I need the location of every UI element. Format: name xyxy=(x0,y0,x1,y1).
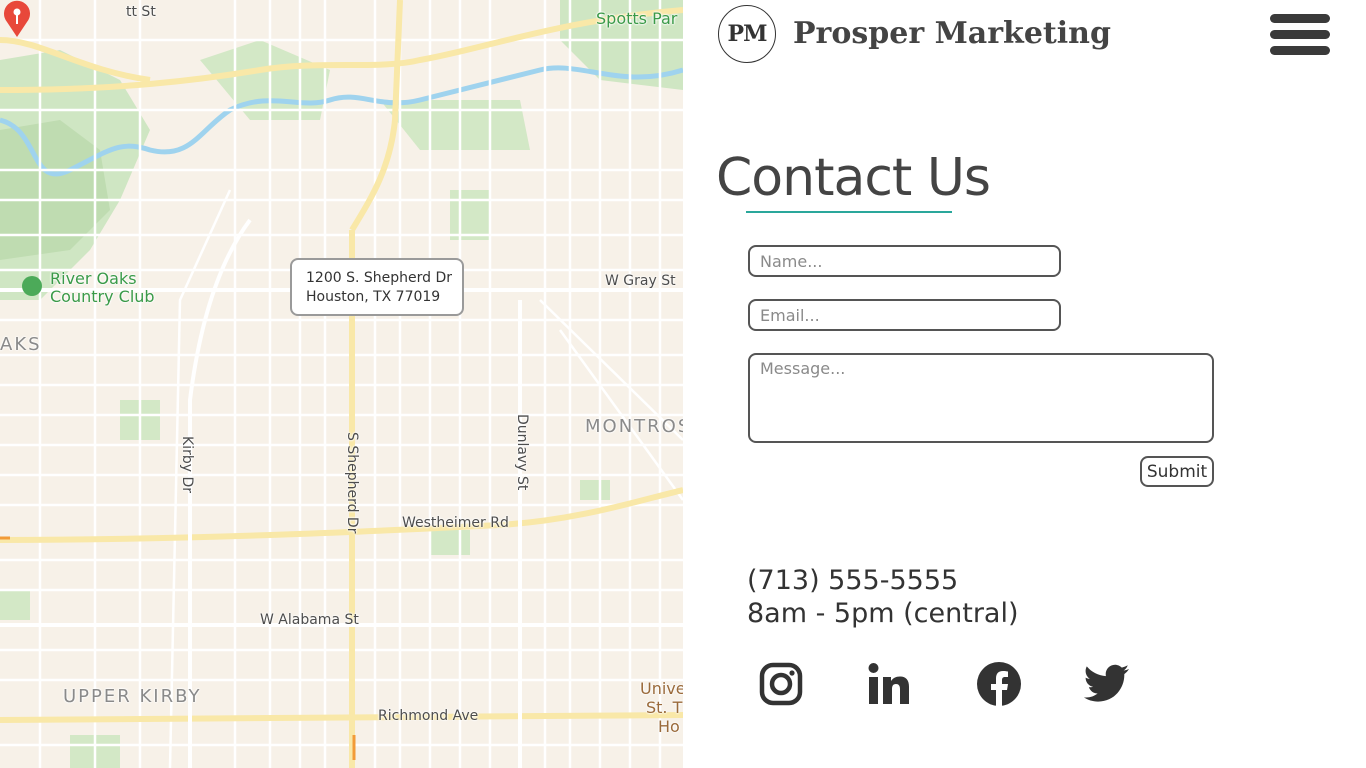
menu-icon-bar xyxy=(1270,46,1330,55)
page-title: Contact Us xyxy=(716,148,991,208)
submit-button[interactable]: Submit xyxy=(1140,456,1214,487)
map-panel[interactable]: tt St Spotts Par River Oaks Country Club… xyxy=(0,0,683,768)
map-pin-icon[interactable] xyxy=(0,0,34,38)
map-label-club-line1: River Oaks xyxy=(50,269,137,288)
address-line-2: Houston, TX 77019 xyxy=(306,289,441,305)
map-label-alabama: W Alabama St xyxy=(260,612,359,628)
address-line-1: 1200 S. Shepherd Dr xyxy=(306,270,452,286)
map-label-kirby: Kirby Dr xyxy=(179,436,195,493)
map-label-univ-line2: St. T xyxy=(646,698,683,717)
menu-icon-bar xyxy=(1270,14,1330,23)
map-canvas xyxy=(0,0,683,768)
menu-icon[interactable] xyxy=(1270,14,1330,56)
map-label-park: Spotts Par xyxy=(596,9,678,28)
map-label-shepherd: S Shepherd Dr xyxy=(344,432,360,534)
map-label-dunlavy: Dunlavy St xyxy=(514,414,530,491)
map-label-university: Unive St. T Ho xyxy=(640,679,683,736)
map-label-street: tt St xyxy=(126,4,156,20)
logo[interactable]: PM xyxy=(718,5,776,63)
map-label-westheimer: Westheimer Rd xyxy=(402,515,509,531)
map-label-montrose: MONTROS xyxy=(585,416,683,437)
golf-icon xyxy=(22,276,42,296)
map-label-w-gray: W Gray St xyxy=(605,273,676,289)
title-underline xyxy=(746,211,952,213)
map-label-upper-kirby: UPPER KIRBY xyxy=(63,686,202,707)
twitter-icon[interactable] xyxy=(1083,660,1131,708)
map-label-univ-line1: Unive xyxy=(640,679,683,698)
menu-icon-bar xyxy=(1270,30,1330,39)
business-hours: 8am - 5pm (central) xyxy=(747,598,1019,629)
email-input[interactable] xyxy=(748,299,1061,331)
linkedin-icon[interactable] xyxy=(865,660,913,708)
map-label-richmond: Richmond Ave xyxy=(378,708,479,724)
brand-name[interactable]: Prosper Marketing xyxy=(793,16,1111,51)
address-callout: 1200 S. Shepherd Dr Houston, TX 77019 xyxy=(290,258,464,316)
map-label-univ-line3: Ho xyxy=(658,717,680,736)
name-input[interactable] xyxy=(748,245,1061,277)
message-input[interactable] xyxy=(748,353,1214,443)
phone-number: (713) 555-5555 xyxy=(747,565,959,596)
instagram-icon[interactable] xyxy=(757,660,805,708)
map-label-club: River Oaks Country Club xyxy=(50,270,155,306)
map-label-club-line2: Country Club xyxy=(50,287,155,306)
map-label-area: AKS xyxy=(0,334,42,355)
contact-panel: PM Prosper Marketing Contact Us Submit (… xyxy=(683,0,1366,768)
facebook-icon[interactable] xyxy=(975,660,1023,708)
